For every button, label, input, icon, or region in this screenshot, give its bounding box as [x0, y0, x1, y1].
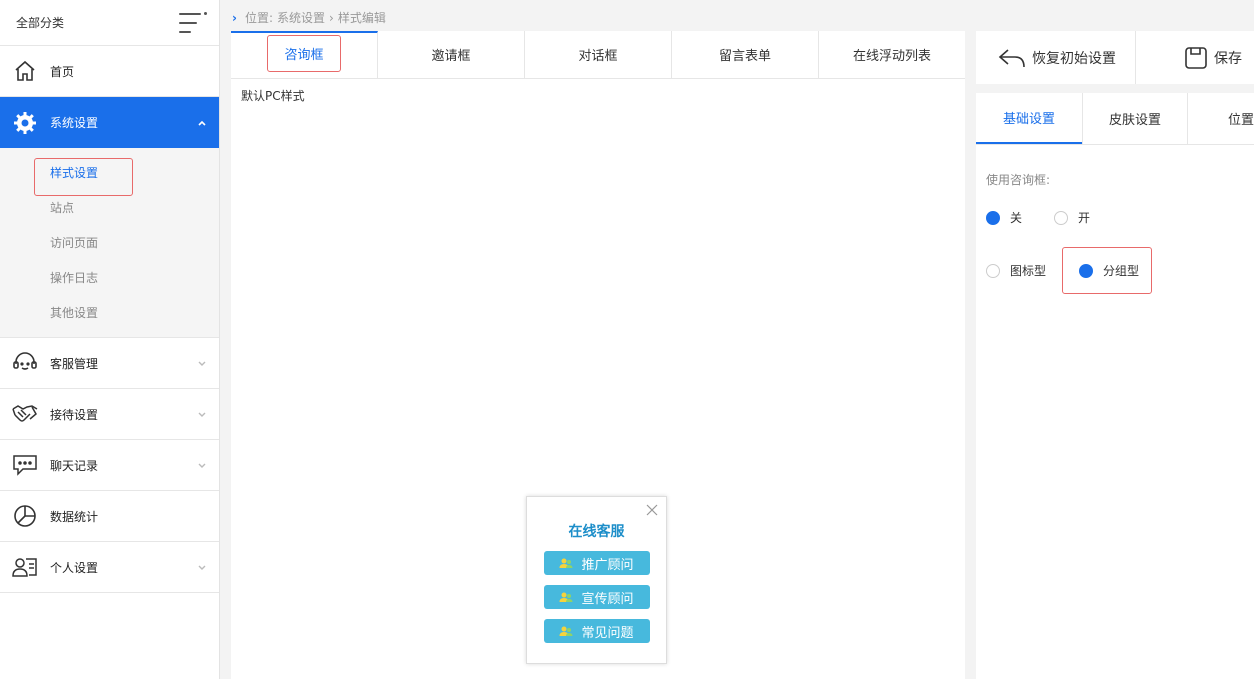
sidebar-item-personal-settings[interactable]: 个人设置	[0, 542, 219, 593]
tab-basic-settings[interactable]: 基础设置	[976, 93, 1082, 144]
tab-position[interactable]: 位置	[1188, 93, 1254, 144]
save-button-label: 保存	[1214, 50, 1242, 67]
radio-label: 分组型	[1103, 264, 1140, 278]
breadcrumb-level1[interactable]: 系统设置	[277, 9, 325, 26]
tab-invite-box[interactable]: 邀请框	[378, 31, 525, 78]
chat-bubble-icon	[12, 452, 38, 478]
style-label: 默认PC样式	[241, 89, 305, 103]
tab-label: 对话框	[578, 49, 618, 64]
people-icon	[559, 626, 573, 636]
close-icon[interactable]	[645, 503, 659, 517]
chevron-up-icon	[197, 117, 207, 127]
chevron-down-icon	[197, 561, 207, 571]
radio-group-type[interactable]: 分组型	[1079, 262, 1139, 279]
enable-radio-group: 关 开	[986, 209, 1114, 226]
tab-label: 位置	[1227, 113, 1254, 128]
submenu-item-site[interactable]: 站点	[0, 191, 219, 226]
tab-label: 邀请框	[431, 49, 471, 64]
breadcrumb-level2: 样式编辑	[337, 11, 386, 25]
radio-label: 关	[1010, 211, 1023, 225]
save-button[interactable]: 保存	[1136, 31, 1242, 84]
sidebar-item-label: 聊天记录	[50, 458, 99, 473]
tab-floating-list[interactable]: 在线浮动列表	[819, 31, 965, 78]
widget-button-label: 推广顾问	[581, 557, 634, 573]
chevron-down-icon	[197, 408, 207, 418]
widget-button-faq[interactable]: 常见问题	[543, 619, 650, 643]
people-icon	[559, 558, 573, 568]
sidebar-header-title: 全部分类	[16, 16, 65, 30]
sidebar-item-label: 接待设置	[50, 407, 99, 422]
radio-label: 图标型	[1010, 264, 1047, 278]
sidebar-item-label: 数据统计	[50, 509, 99, 524]
widget-button-label: 常见问题	[581, 625, 634, 641]
chevron-down-icon	[197, 459, 207, 469]
sidebar-item-statistics[interactable]: 数据统计	[0, 491, 219, 542]
sidebar-item-system-settings[interactable]: 系统设置	[0, 97, 219, 148]
tab-label: 咨询框	[267, 35, 341, 72]
tab-label: 在线浮动列表	[852, 49, 931, 64]
radio-icon-type[interactable]: 图标型	[986, 262, 1046, 279]
tab-consult-box[interactable]: 咨询框	[231, 31, 378, 78]
people-icon	[559, 592, 573, 602]
chevron-down-icon	[197, 357, 207, 367]
sidebar: 全部分类 首页 系统设置 样式设置 站点 访问页面 操作日志 其他设置 客服管理…	[0, 0, 220, 679]
widget-button-publicity[interactable]: 宣传顾问	[543, 585, 650, 609]
tab-label: 留言表单	[718, 49, 771, 64]
home-icon	[12, 58, 38, 84]
use-consult-label: 使用咨询框:	[986, 173, 1051, 187]
radio-dot	[986, 263, 1000, 278]
breadcrumb-separator-icon: ›	[329, 10, 334, 25]
sidebar-item-label: 系统设置	[50, 116, 99, 130]
undo-icon	[998, 48, 1025, 67]
tab-skin-settings[interactable]: 皮肤设置	[1082, 93, 1188, 144]
tab-label: 皮肤设置	[1108, 113, 1161, 128]
radio-dot-checked	[986, 210, 1000, 225]
consult-widget-preview: 在线客服 推广顾问 宣传顾问 常见问题	[526, 496, 667, 664]
sidebar-item-label: 客服管理	[50, 356, 99, 371]
radio-dot	[1054, 210, 1069, 225]
sidebar-item-home[interactable]: 首页	[0, 46, 219, 97]
highlight-box	[34, 158, 133, 196]
headset-icon	[12, 350, 38, 376]
sidebar-item-label: 个人设置	[50, 560, 99, 575]
radio-label: 开	[1078, 211, 1091, 225]
chevron-right-icon: ›	[232, 10, 237, 25]
widget-title: 在线客服	[568, 524, 625, 540]
user-card-icon	[12, 554, 38, 580]
style-tabs: 咨询框 邀请框 对话框 留言表单 在线浮动列表	[231, 31, 965, 79]
settings-panel: 基础设置 皮肤设置 位置 使用咨询框: 关 开 图标型 分组型	[976, 93, 1254, 679]
sidebar-item-label: 首页	[50, 64, 75, 79]
tab-label: 基础设置	[1002, 112, 1055, 127]
settings-tabs: 基础设置 皮肤设置 位置	[976, 93, 1254, 145]
sidebar-item-customer-service[interactable]: 客服管理	[0, 338, 219, 389]
breadcrumb-prefix: 位置:	[244, 11, 273, 25]
submenu-item-visit-page[interactable]: 访问页面	[0, 226, 219, 261]
handshake-icon	[12, 401, 38, 427]
action-toolbar: 恢复初始设置 保存	[976, 31, 1254, 84]
sidebar-item-chat-history[interactable]: 聊天记录	[0, 440, 219, 491]
submenu-item-other-settings[interactable]: 其他设置	[0, 296, 219, 331]
submenu-item-operation-log[interactable]: 操作日志	[0, 261, 219, 296]
radio-off[interactable]: 关	[986, 209, 1022, 226]
tab-message-form[interactable]: 留言表单	[672, 31, 819, 78]
type-radio-group: 图标型 分组型	[986, 247, 1153, 294]
breadcrumb: › 位置: 系统设置 › 样式编辑	[232, 9, 386, 26]
sidebar-header: 全部分类	[0, 0, 219, 46]
tab-dialog-box[interactable]: 对话框	[525, 31, 672, 78]
widget-button-promotion[interactable]: 推广顾问	[543, 551, 650, 575]
reset-button[interactable]: 恢复初始设置	[976, 31, 1136, 84]
widget-button-label: 宣传顾问	[581, 591, 634, 607]
reset-button-label: 恢复初始设置	[1032, 50, 1116, 67]
menu-toggle-icon[interactable]	[179, 11, 207, 34]
highlight-box: 分组型	[1062, 247, 1153, 294]
gear-icon	[12, 110, 38, 136]
save-icon	[1185, 46, 1207, 69]
style-editor-panel: 咨询框 邀请框 对话框 留言表单 在线浮动列表 默认PC样式 在线客服 推广顾问…	[231, 31, 965, 679]
radio-on[interactable]: 开	[1054, 209, 1090, 226]
radio-dot-checked	[1079, 263, 1094, 278]
sidebar-item-reception-settings[interactable]: 接待设置	[0, 389, 219, 440]
pie-chart-icon	[12, 503, 38, 529]
